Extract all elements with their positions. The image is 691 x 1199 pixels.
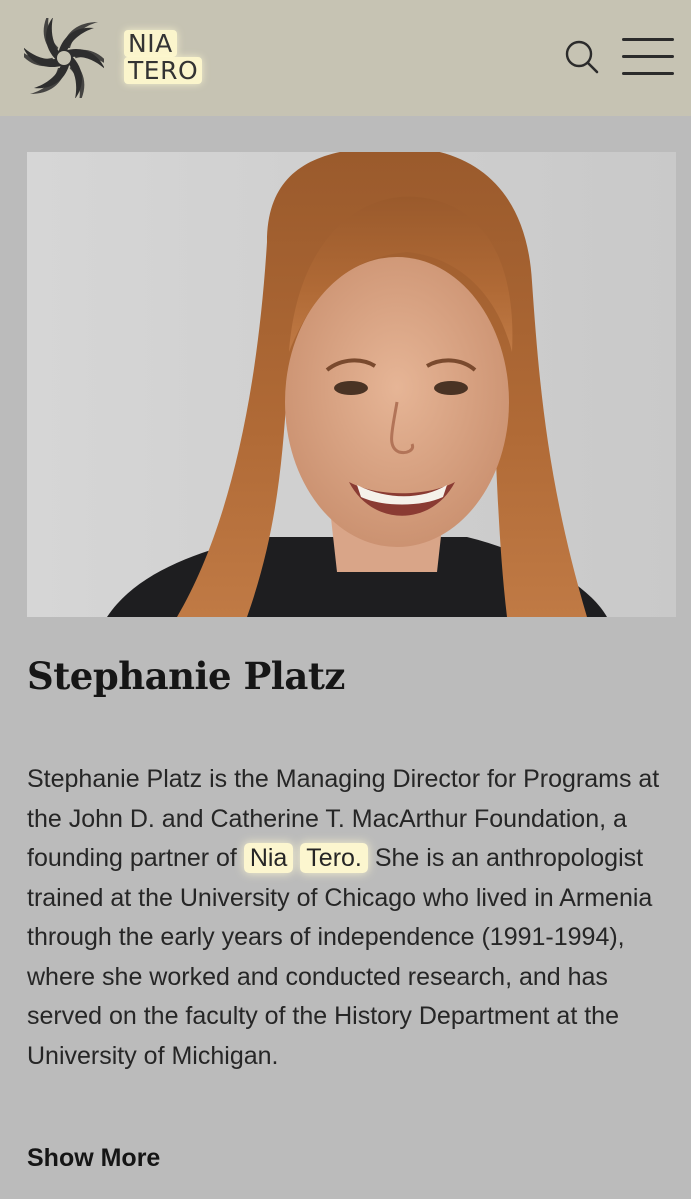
nia-tero-logo-icon (24, 18, 104, 98)
site-logo[interactable]: NIA TERO (24, 18, 203, 98)
search-button[interactable] (563, 38, 601, 76)
search-icon (565, 40, 599, 74)
site-header: NIA TERO (0, 0, 691, 116)
logo-line-nia: NIA (124, 30, 177, 57)
show-more-button[interactable]: Show More (27, 1141, 160, 1175)
bio-highlight-nia: Nia (243, 843, 294, 873)
profile-bio: Stephanie Platz is the Managing Director… (27, 760, 677, 1076)
profile-name: Stephanie Platz (27, 654, 345, 698)
bio-text-part2: She is an anthropologist trained at the … (27, 844, 653, 1070)
bio-highlight-tero: Tero. (300, 843, 368, 873)
profile-photo (27, 152, 676, 617)
logo-wordmark: NIA TERO (124, 30, 203, 84)
logo-line-tero: TERO (124, 57, 203, 84)
menu-button[interactable] (622, 36, 674, 78)
